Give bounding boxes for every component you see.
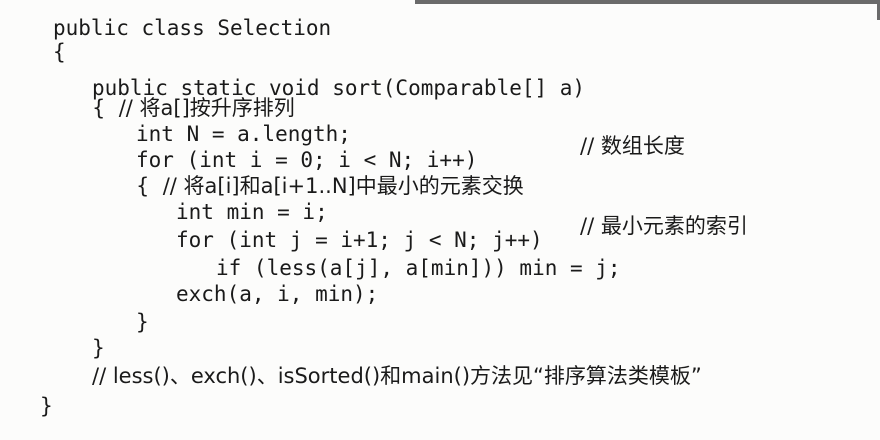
code-line-outer-for: for (int i = 0; i < N; i++) (136, 148, 478, 172)
book-page: public class Selection { public static v… (0, 0, 880, 440)
code-line-outer-open: { // 将a[i]和a[i+1..N]中最小的元素交换 (136, 174, 524, 198)
code-line-inner-for: for (int j = i+1; j < N; j++) (176, 228, 543, 252)
code-line-outer-close: } (136, 310, 149, 334)
code-listing: public class Selection { public static v… (0, 0, 880, 440)
code-line-class-open: { (53, 40, 66, 64)
code-comment-min-index: // 最小元素的索引 (580, 214, 748, 238)
code-line-method-open: { // 将a[]按升序排列 (92, 96, 295, 120)
code-line-class-close: } (40, 394, 53, 418)
code-line-int-min: int min = i; (176, 200, 328, 224)
code-line-method-close: } (92, 336, 105, 360)
code-line-int-n: int N = a.length; (136, 122, 351, 146)
code-line-exch: exch(a, i, min); (176, 282, 379, 306)
code-comment-array-length: // 数组长度 (580, 134, 685, 158)
code-line-helper-comment: // less()、exch()、isSorted()和main()方法见“排序… (92, 364, 702, 388)
code-line-class-decl: public class Selection (53, 16, 332, 40)
code-line-if-less: if (less(a[j], a[min])) min = j; (216, 256, 621, 280)
